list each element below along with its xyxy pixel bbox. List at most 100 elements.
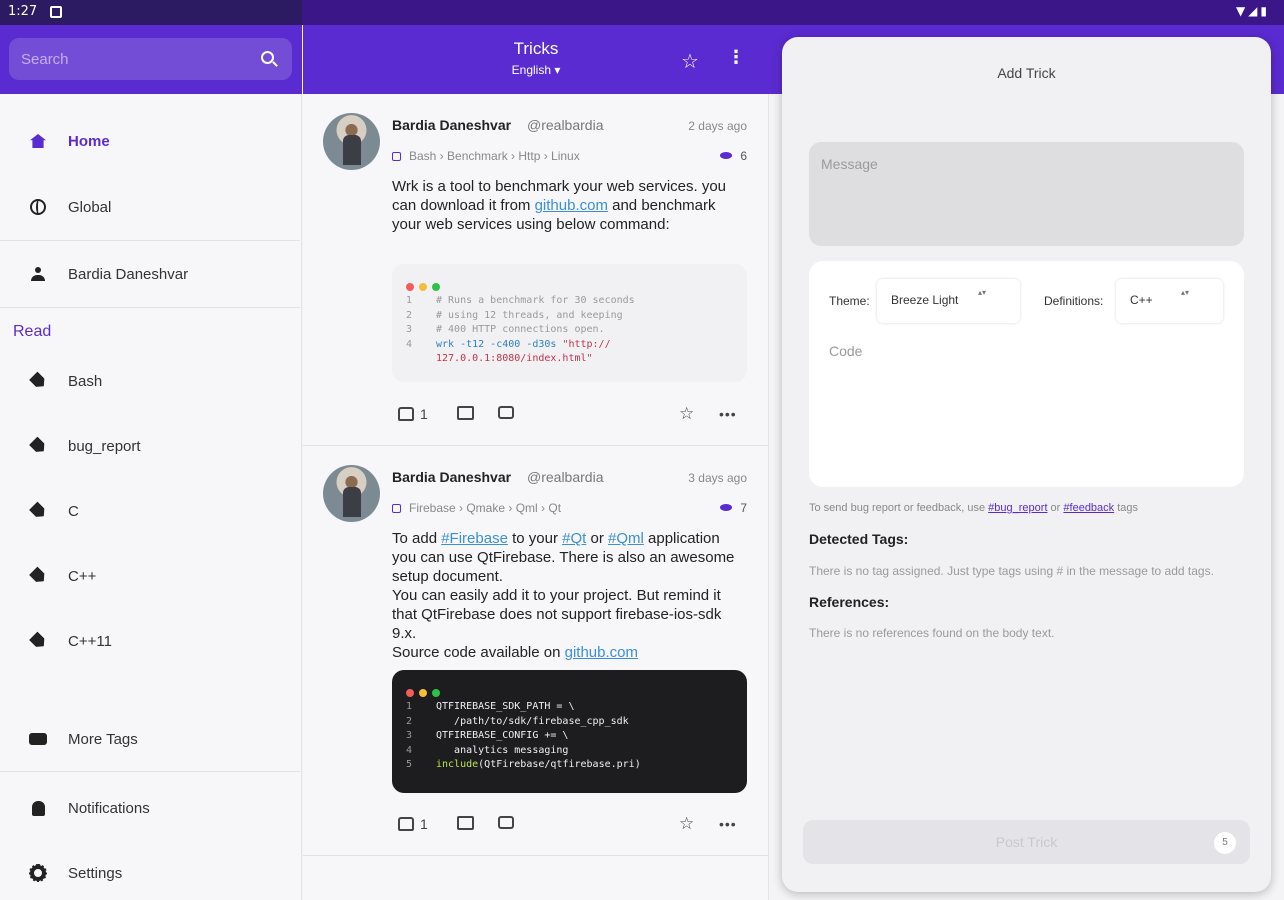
code-line: 3 # 400 HTTP connections open.	[406, 324, 605, 335]
code-line: 1 # Runs a benchmark for 30 seconds	[406, 295, 635, 306]
theme-select[interactable]: Breeze Light	[877, 279, 1020, 323]
post-author[interactable]: Bardia Daneshvar	[392, 469, 511, 485]
status-bar-left	[0, 0, 302, 25]
feed[interactable]: Bardia Daneshvar @realbardia 2 days ago …	[303, 94, 769, 900]
tag-icon	[28, 501, 48, 521]
view-count: 6	[720, 149, 747, 163]
code-block[interactable]: 1 QTFIREBASE_SDK_PATH = \ 2 /path/to/sdk/…	[392, 670, 747, 793]
code-line: 5 include(QtFirebase/qtfirebase.pri)	[406, 759, 641, 770]
sidebar-tag-bash[interactable]: Bash	[0, 356, 300, 406]
code-line: 3 QTFIREBASE_CONFIG += \	[406, 730, 569, 741]
code-line: 2 # using 12 threads, and keeping	[406, 309, 623, 321]
sidebar-tag-cpp11[interactable]: C++11	[0, 616, 300, 666]
retrick-button[interactable]	[498, 406, 514, 422]
definitions-select[interactable]: C++	[1116, 279, 1223, 323]
hashtag-link[interactable]: #Qml	[608, 530, 644, 547]
post-text: or	[586, 530, 608, 547]
post-link[interactable]: github.com	[535, 197, 608, 214]
search-box[interactable]	[9, 38, 292, 80]
sidebar-item-label: Global	[68, 198, 112, 216]
sidebar-item-global[interactable]: Global	[0, 182, 300, 232]
code-editor: Theme: Breeze Light Definitions: C++ Cod…	[809, 261, 1244, 487]
references-text: There is no references found on the body…	[809, 626, 1055, 640]
sidebar-item-more-tags[interactable]: More Tags	[0, 714, 300, 764]
feedback-tag-link[interactable]: #feedback	[1063, 502, 1114, 514]
repeat-icon	[498, 406, 514, 419]
post-handle: @realbardia	[527, 469, 604, 485]
more-vert-icon[interactable]: ⋮	[727, 47, 745, 68]
sidebar-item-notifications[interactable]: Notifications	[0, 783, 300, 833]
home-icon	[28, 131, 48, 151]
favorite-star-icon[interactable]: ☆	[679, 404, 694, 424]
post-tags-text: Firebase › Qmake › Qml › Qt	[409, 501, 562, 515]
bug-report-tag-link[interactable]: #bug_report	[988, 502, 1047, 514]
post-card: Bardia Daneshvar @realbardia 2 days ago …	[303, 94, 768, 446]
sidebar-item-label: Home	[68, 132, 110, 150]
more-tags-icon	[28, 729, 48, 749]
sidebar-item-label: C++11	[68, 632, 112, 650]
language-selector[interactable]: English	[303, 63, 769, 77]
post-tags[interactable]: Bash › Benchmark › Http › Linux	[392, 149, 580, 163]
page-title: Tricks	[513, 39, 559, 58]
code-input[interactable]: Code	[829, 343, 862, 359]
hashtag-link[interactable]: #Qt	[562, 530, 586, 547]
post-actions: 1 ☆ •••	[392, 404, 747, 430]
tag-icon	[28, 436, 48, 456]
code-line: 2 /path/to/sdk/firebase_cpp_sdk	[406, 715, 629, 727]
status-time: 1:27	[8, 4, 38, 19]
post-tags[interactable]: Firebase › Qmake › Qml › Qt	[392, 501, 561, 515]
sidebar-item-label: bug_report	[68, 437, 141, 455]
favorite-star-icon[interactable]: ☆	[679, 814, 694, 834]
search-input[interactable]	[21, 38, 251, 80]
post-tags-text: Bash › Benchmark › Http › Linux	[409, 149, 580, 163]
post-link[interactable]: github.com	[565, 644, 638, 661]
post-card: Bardia Daneshvar @realbardia 3 days ago …	[303, 446, 768, 856]
retrick-button[interactable]	[498, 816, 514, 832]
like-button[interactable]: 1	[398, 816, 428, 832]
post-text: Source code available on	[392, 644, 565, 661]
post-actions: 1 ☆ •••	[392, 814, 747, 840]
bell-icon	[28, 798, 48, 818]
sidebar-tag-cpp[interactable]: C++	[0, 551, 300, 601]
status-bar: 1:27 ▼◢▮	[0, 0, 1284, 25]
divider	[0, 771, 300, 772]
post-author[interactable]: Bardia Daneshvar	[392, 117, 511, 133]
avatar[interactable]	[323, 465, 380, 522]
sidebar-item-profile[interactable]: Bardia Daneshvar	[0, 249, 300, 299]
like-count: 1	[420, 406, 428, 422]
window-dots	[406, 276, 733, 291]
code-line: 4 wrk -t12 -c400 -d30s "http://	[406, 338, 611, 350]
comment-button[interactable]	[457, 406, 474, 423]
comment-button[interactable]	[457, 816, 474, 833]
thumb-up-icon	[398, 817, 414, 831]
comment-icon	[457, 816, 474, 830]
gear-icon	[28, 863, 48, 883]
more-horiz-icon[interactable]: •••	[719, 406, 737, 422]
sidebar-item-home[interactable]: Home	[0, 116, 300, 166]
post-handle: @realbardia	[527, 117, 604, 133]
definitions-label: Definitions:	[1044, 294, 1104, 308]
search-icon[interactable]	[261, 51, 274, 64]
message-input[interactable]	[809, 142, 1244, 246]
tag-icon	[392, 152, 401, 161]
sidebar-item-label: More Tags	[68, 730, 138, 748]
like-button[interactable]: 1	[398, 406, 428, 422]
hashtag-link[interactable]: #Firebase	[441, 530, 508, 547]
sidebar-tag-bug-report[interactable]: bug_report	[0, 421, 300, 471]
eye-icon	[720, 504, 733, 511]
post-text: You can easily add it to your project. B…	[392, 587, 722, 642]
sidebar-tag-c[interactable]: C	[0, 486, 300, 536]
code-block[interactable]: 1 # Runs a benchmark for 30 seconds 2 # us…	[392, 264, 747, 382]
post-date: 3 days ago	[688, 471, 747, 485]
divider	[0, 240, 300, 241]
sidebar-item-label: Settings	[68, 864, 123, 882]
more-horiz-icon[interactable]: •••	[719, 816, 737, 832]
post-trick-button[interactable]: Post Trick	[803, 820, 1250, 864]
thumb-up-icon	[398, 407, 414, 421]
star-icon[interactable]: ☆	[681, 49, 699, 73]
sidebar-item-label: Bardia Daneshvar	[68, 265, 189, 283]
person-icon	[28, 264, 48, 284]
avatar[interactable]	[323, 113, 380, 170]
sidebar-item-settings[interactable]: Settings	[0, 848, 300, 898]
eye-icon	[720, 152, 733, 159]
